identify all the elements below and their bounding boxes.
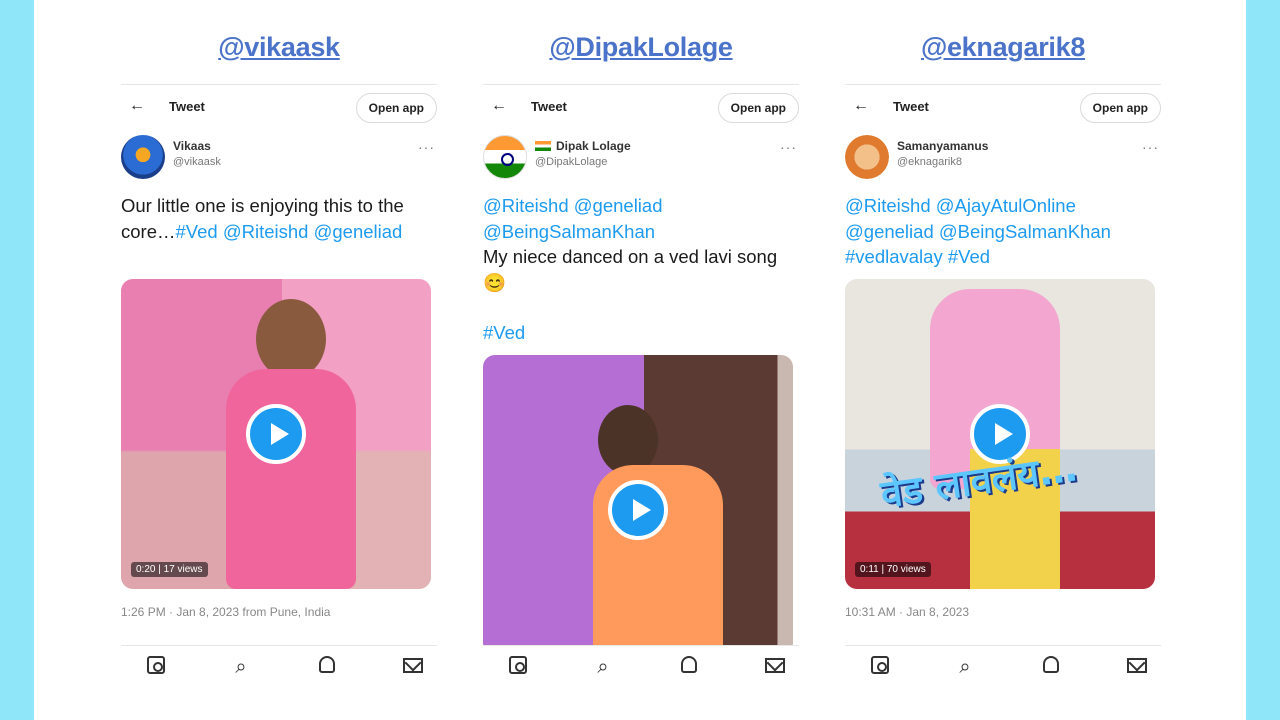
avatar[interactable] <box>845 135 889 179</box>
video-meta: 0:11 | 70 views <box>855 562 931 577</box>
user-name[interactable]: Samanyamanus <box>897 139 988 153</box>
tweet-screen: ← Tweet Open app Dipak Lolage @DipakLola… <box>483 84 799 720</box>
user-name-text[interactable]: Dipak Lolage <box>556 139 631 153</box>
tweet-column-eknagarik8: @eknagarik8 ← Tweet Open app Samanyamanu… <box>833 0 1173 720</box>
arrow-left-icon[interactable]: ← <box>491 97 507 115</box>
avatar[interactable] <box>483 135 527 179</box>
tweet-topbar: ← Tweet Open app <box>121 85 437 131</box>
home-icon[interactable] <box>503 656 533 680</box>
tweet-video[interactable] <box>483 355 793 655</box>
arrow-left-icon[interactable]: ← <box>129 97 145 115</box>
user-handle[interactable]: @DipakLolage <box>535 156 607 168</box>
tweet-column-dipaklolage: @DipakLolage ← Tweet Open app Dipak Lola… <box>471 0 811 720</box>
tweet-text-mentions[interactable]: @Riteishd @geneliad @BeingSalmanKhan <box>483 193 783 244</box>
india-flag-icon <box>535 141 551 151</box>
messages-icon[interactable] <box>760 656 790 679</box>
tweet-text-plain: My niece danced on a ved lavi song 😊 <box>483 246 778 293</box>
column-handle-title[interactable]: @DipakLolage <box>471 32 811 63</box>
notifications-icon[interactable] <box>1036 656 1066 679</box>
bottom-nav: ⌕ <box>121 645 437 697</box>
home-icon[interactable] <box>865 656 895 680</box>
more-icon[interactable]: ··· <box>418 139 435 155</box>
tweet-text-links[interactable]: #Ved @Riteishd @geneliad <box>176 221 403 242</box>
video-meta: 0:20 | 17 views <box>131 562 208 577</box>
home-icon[interactable] <box>141 656 171 680</box>
search-icon[interactable]: ⌕ <box>226 656 256 679</box>
tweet-text-hashtag[interactable]: #Ved <box>483 320 783 346</box>
tweet-text: @Riteishd @AjayAtulOnline @geneliad @Bei… <box>845 193 1145 270</box>
tweet-video[interactable]: 0:20 | 17 views <box>121 279 431 589</box>
tweet-text: @Riteishd @geneliad @BeingSalmanKhan My … <box>483 193 783 346</box>
arrow-left-icon[interactable]: ← <box>853 97 869 115</box>
bottom-nav: ⌕ <box>483 645 799 697</box>
play-icon[interactable] <box>608 480 668 540</box>
tweet-timestamp: 10:31 AM · Jan 8, 2023 <box>845 605 970 619</box>
column-handle-title[interactable]: @vikaask <box>109 32 449 63</box>
page-title: Tweet <box>531 99 567 114</box>
user-handle[interactable]: @eknagarik8 <box>897 156 962 168</box>
search-icon[interactable]: ⌕ <box>588 656 618 679</box>
tweet-topbar: ← Tweet Open app <box>845 85 1161 131</box>
tweet-column-vikaask: @vikaask ← Tweet Open app Vikaas @vikaas… <box>109 0 449 720</box>
tweet-screen: ← Tweet Open app Samanyamanus @eknagarik… <box>845 84 1161 720</box>
video-subject <box>226 369 356 589</box>
page-title: Tweet <box>169 99 205 114</box>
messages-icon[interactable] <box>398 656 428 679</box>
collage-canvas: @vikaask ← Tweet Open app Vikaas @vikaas… <box>34 0 1246 720</box>
open-app-button[interactable]: Open app <box>355 93 437 123</box>
video-subject-head <box>256 299 326 379</box>
tweet-topbar: ← Tweet Open app <box>483 85 799 131</box>
search-icon[interactable]: ⌕ <box>950 656 980 679</box>
messages-icon[interactable] <box>1122 656 1152 679</box>
tweet-timestamp: 1:26 PM · Jan 8, 2023 from Pune, India <box>121 605 331 619</box>
more-icon[interactable]: ··· <box>1142 139 1159 155</box>
open-app-button[interactable]: Open app <box>1079 93 1161 123</box>
tweet-text: Our little one is enjoying this to the c… <box>121 193 421 244</box>
column-handle-title[interactable]: @eknagarik8 <box>833 32 1173 63</box>
open-app-button[interactable]: Open app <box>717 93 799 123</box>
play-icon[interactable] <box>246 404 306 464</box>
tweet-screen: ← Tweet Open app Vikaas @vikaask ··· Our… <box>121 84 437 720</box>
avatar[interactable] <box>121 135 165 179</box>
tweet-video[interactable]: वेड लावलंय… 0:11 | 70 views <box>845 279 1155 589</box>
bottom-nav: ⌕ <box>845 645 1161 697</box>
user-handle[interactable]: @vikaask <box>173 156 221 168</box>
user-name[interactable]: Vikaas <box>173 139 211 153</box>
notifications-icon[interactable] <box>674 656 704 679</box>
user-name[interactable]: Dipak Lolage <box>535 139 631 153</box>
more-icon[interactable]: ··· <box>780 139 797 155</box>
page-title: Tweet <box>893 99 929 114</box>
notifications-icon[interactable] <box>312 656 342 679</box>
tweet-text-links[interactable]: @Riteishd @AjayAtulOnline @geneliad @Bei… <box>845 195 1111 267</box>
